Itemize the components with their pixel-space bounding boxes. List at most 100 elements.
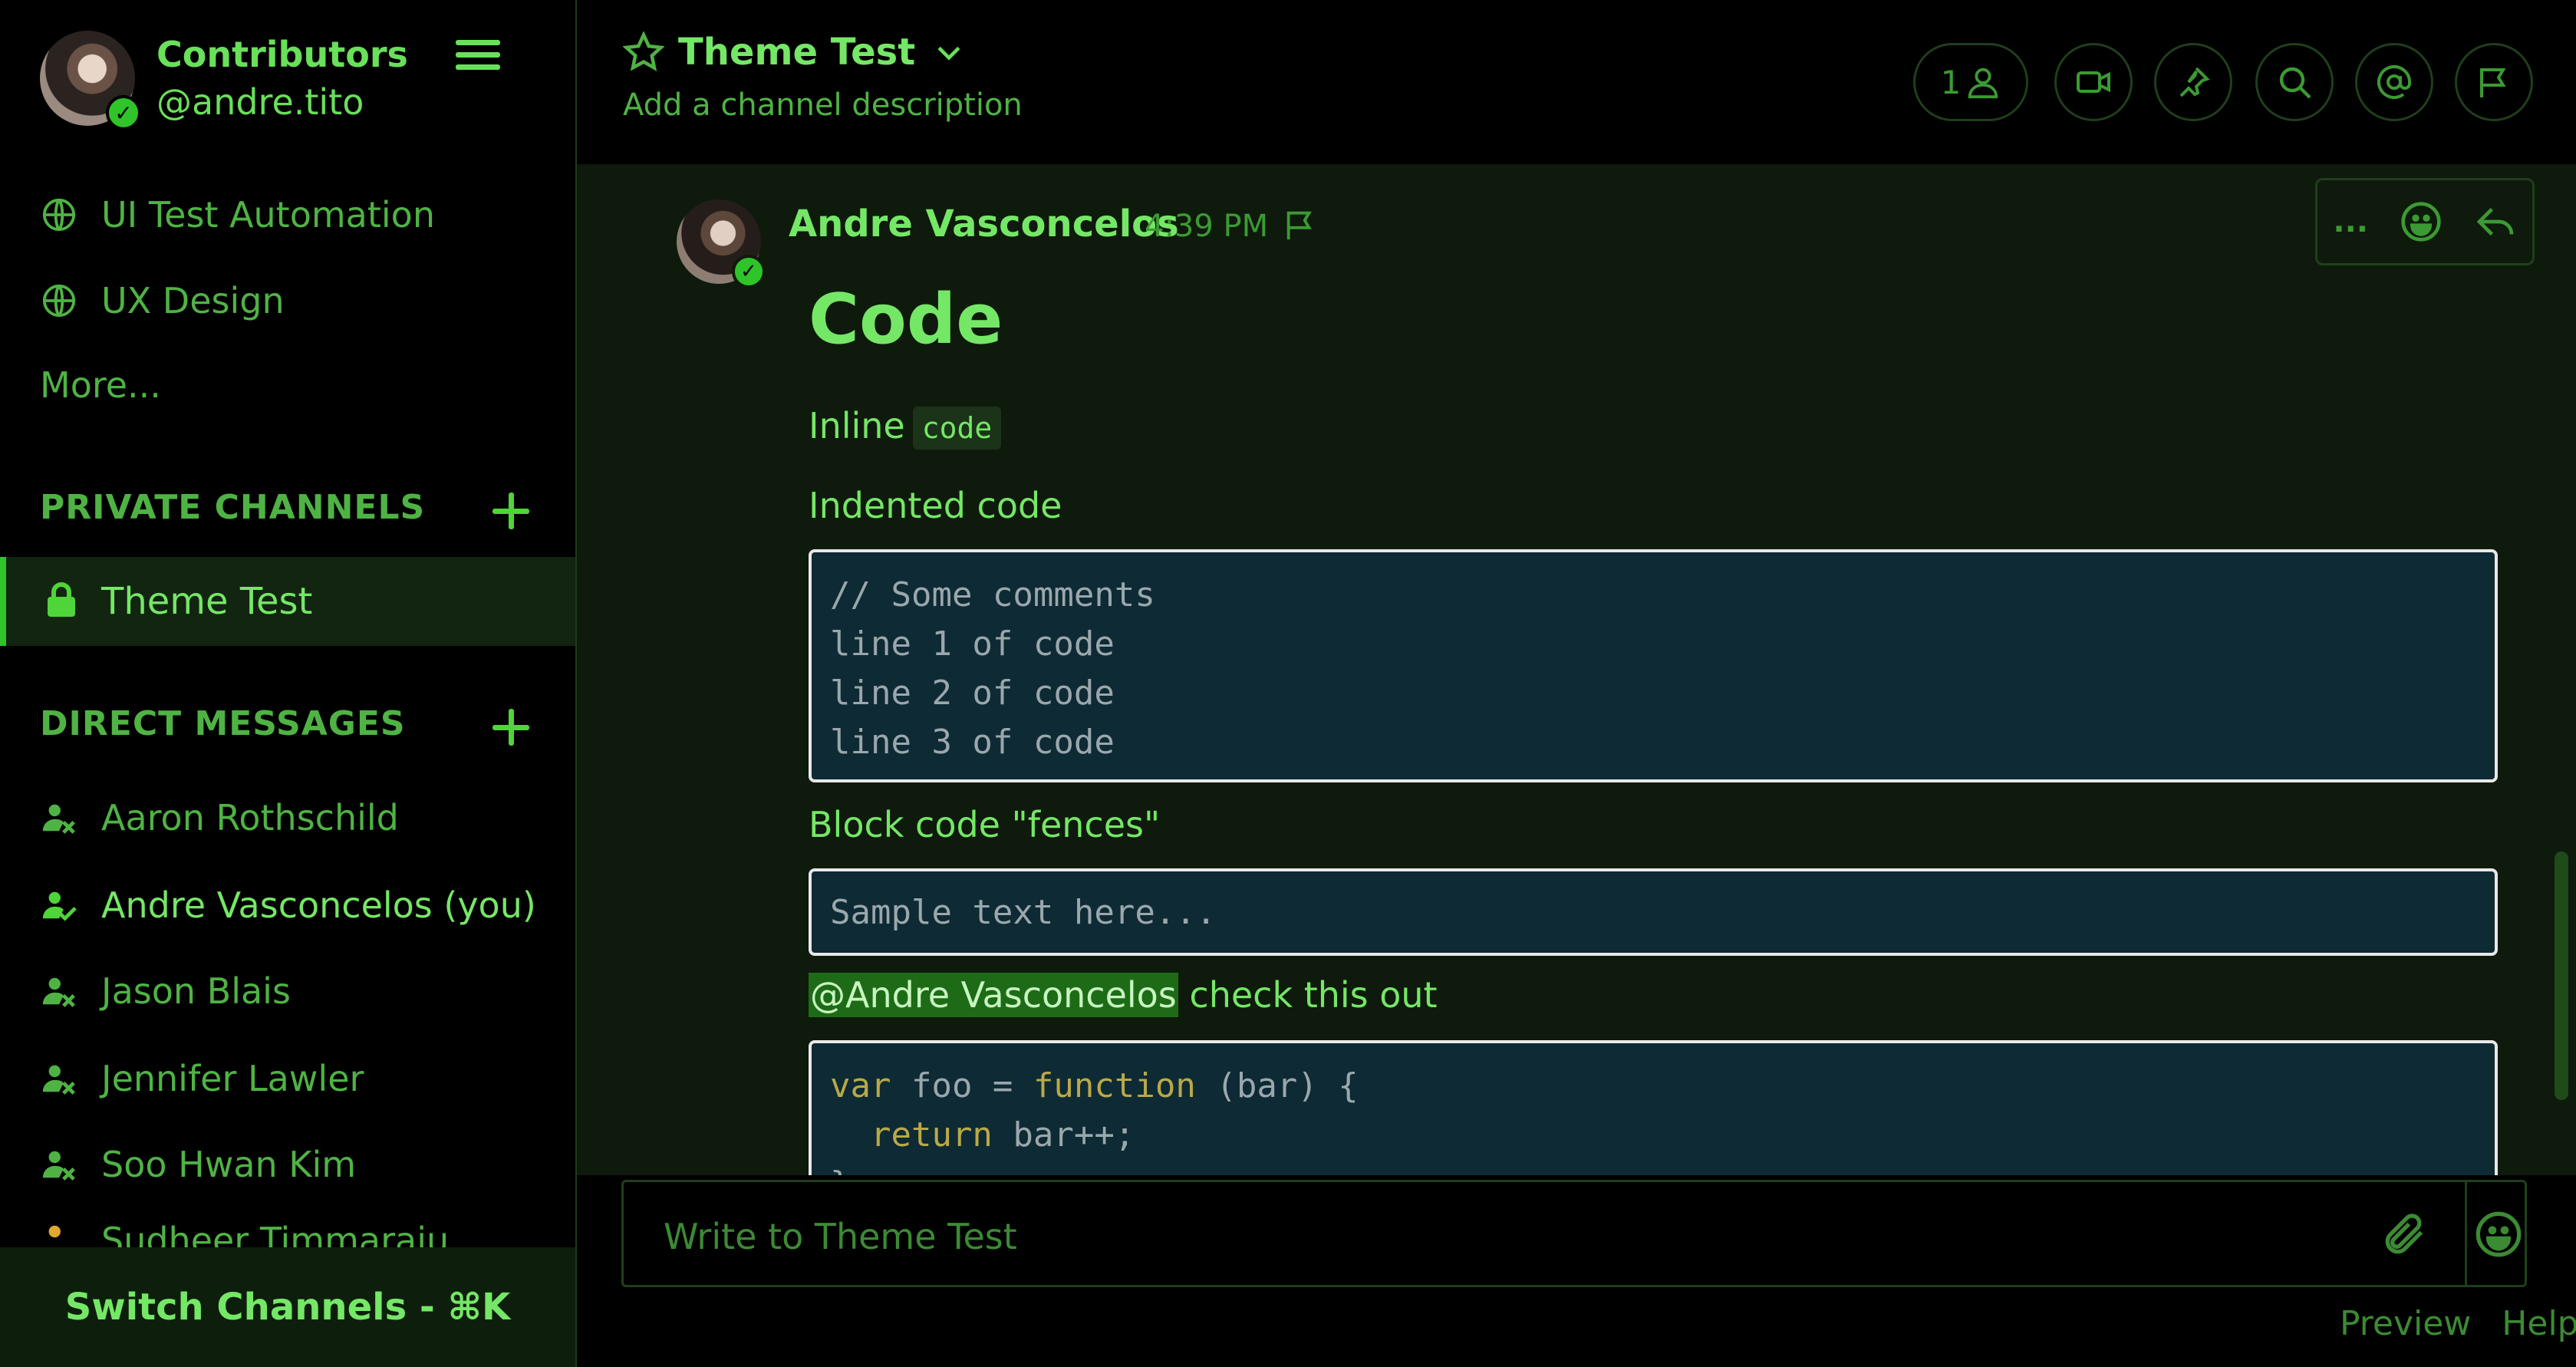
user-icon <box>1965 64 2001 100</box>
at-sign-icon <box>2376 64 2413 100</box>
mention-text: check this out <box>1178 974 1438 1016</box>
code-line: // Some comments <box>830 575 1155 614</box>
code-text: (bar) { <box>1195 1066 1359 1105</box>
main-panel: Theme Test Add a channel description 1 ✓… <box>577 0 2576 1367</box>
code-line: return bar++; <box>830 1111 2476 1160</box>
code-text: bar++; <box>992 1115 1135 1155</box>
offline-user-icon <box>40 1145 78 1184</box>
add-direct-message-icon[interactable] <box>491 707 531 747</box>
switch-channels-button[interactable]: Switch Channels - ⌘K <box>0 1247 575 1367</box>
offline-user-icon <box>40 799 78 837</box>
sidebar-item-andre-vasconcelos[interactable]: Andre Vasconcelos (you) <box>40 875 536 936</box>
sidebar-item-label: UX Design <box>101 280 285 321</box>
private-channels-heading: PRIVATE CHANNELS <box>40 488 426 527</box>
team-username: @andre.tito <box>156 81 364 123</box>
sidebar-item-label: Andre Vasconcelos (you) <box>101 884 536 926</box>
offline-user-icon <box>40 972 78 1010</box>
video-icon <box>2075 64 2112 100</box>
channel-title[interactable]: Theme Test <box>623 31 966 74</box>
message-composer[interactable]: Write to Theme Test <box>621 1180 2527 1287</box>
video-call-button[interactable] <box>2054 43 2133 121</box>
online-status-icon: ✓ <box>106 95 141 130</box>
mention-paragraph: @Andre Vasconcelos check this out <box>809 973 1438 1017</box>
sidebar-item-label: Aaron Rothschild <box>101 797 399 838</box>
away-user-icon <box>40 1220 78 1247</box>
sidebar-item-sudheer-timmaraju[interactable]: Sudheer Timmaraju <box>40 1220 449 1247</box>
sidebar-item-label: UI Test Automation <box>101 194 435 236</box>
paperclip-icon[interactable] <box>2380 1210 2429 1262</box>
sidebar-item-label: Jason Blais <box>101 970 291 1012</box>
post-author[interactable]: Andre Vasconcelos <box>789 203 1179 245</box>
flag-icon <box>2476 64 2512 100</box>
user-mention[interactable]: @Andre Vasconcelos <box>809 973 1178 1017</box>
code-line: line 1 of code <box>830 624 1115 664</box>
search-icon <box>2276 64 2313 100</box>
preview-link[interactable]: Preview <box>2340 1304 2471 1343</box>
sidebar-item-ui-test-automation[interactable]: UI Test Automation <box>40 184 435 245</box>
emoji-reaction-icon[interactable] <box>2400 200 2443 243</box>
channel-header: Theme Test Add a channel description 1 <box>577 0 2576 166</box>
message-list[interactable]: ✓ Andre Vasconcelos 4:39 PM ... Code Inl… <box>577 164 2576 1175</box>
channel-name: Theme Test <box>678 31 916 74</box>
channel-description[interactable]: Add a channel description <box>623 87 1023 123</box>
sidebar-item-jason-blais[interactable]: Jason Blais <box>40 960 291 1022</box>
chevron-down-icon[interactable] <box>932 35 966 69</box>
more-actions-button[interactable]: ... <box>2333 204 2368 239</box>
scrollbar[interactable] <box>2555 851 2568 1100</box>
direct-messages-heading: DIRECT MESSAGES <box>40 704 406 743</box>
sidebar-item-label: Jennifer Lawler <box>101 1058 364 1099</box>
sidebar-item-soo-hwan-kim[interactable]: Soo Hwan Kim <box>40 1134 356 1195</box>
add-private-channel-icon[interactable] <box>491 491 531 531</box>
flagged-posts-button[interactable] <box>2455 43 2533 121</box>
reply-icon[interactable] <box>2474 200 2517 243</box>
member-count: 1 <box>1940 63 1962 101</box>
online-status-icon: ✓ <box>732 255 766 288</box>
code-keyword: var <box>830 1066 891 1105</box>
sidebar-item-jennifer-lawler[interactable]: Jennifer Lawler <box>40 1048 364 1109</box>
sidebar-item-aaron-rothschild[interactable]: Aaron Rothschild <box>40 787 399 848</box>
code-line: line 3 of code <box>830 723 1115 762</box>
inline-code-paragraph: Inline code <box>809 405 1002 450</box>
inline-label: Inline <box>809 405 905 446</box>
emoji-picker-icon[interactable] <box>2474 1210 2523 1262</box>
flag-icon[interactable] <box>1283 207 1318 245</box>
post-actions: ... <box>2315 178 2535 265</box>
composer-footer: Preview Help <box>2309 1304 2576 1343</box>
code-line: var foo = function (bar) { <box>830 1062 2476 1111</box>
pin-icon <box>2175 64 2212 100</box>
markdown-heading: Code <box>809 279 1003 360</box>
indented-code-label: Indented code <box>809 485 1062 526</box>
menu-icon[interactable] <box>456 40 500 71</box>
sidebar-item-label: Soo Hwan Kim <box>101 1144 357 1185</box>
offline-user-icon <box>40 1059 78 1098</box>
favorite-star-icon[interactable] <box>623 31 664 73</box>
composer-divider <box>2465 1182 2467 1285</box>
sidebar-item-label: Theme Test <box>101 580 313 623</box>
code-keyword: function <box>1033 1066 1196 1105</box>
sidebar-item-theme-test[interactable]: Theme Test <box>0 557 575 646</box>
code-line: line 2 of code <box>830 674 1115 713</box>
pinned-posts-button[interactable] <box>2154 43 2232 121</box>
sidebar-item-label: Sudheer Timmaraju <box>101 1220 450 1247</box>
more-channels-link[interactable]: More... <box>40 354 161 416</box>
fenced-code-block: Sample text here... <box>809 868 2498 956</box>
inline-code: code <box>912 407 1002 450</box>
post-time[interactable]: 4:39 PM <box>1145 209 1268 244</box>
help-link[interactable]: Help <box>2502 1304 2576 1343</box>
code-line: Sample text here... <box>830 893 1217 932</box>
code-line: } <box>830 1160 2476 1175</box>
message-input[interactable]: Write to Theme Test <box>664 1216 1017 1257</box>
online-user-icon <box>40 886 78 924</box>
sidebar: ✓ Contributors @andre.tito UI Test Autom… <box>0 0 577 1367</box>
globe-icon <box>40 196 78 234</box>
team-name: Contributors <box>156 34 408 75</box>
search-button[interactable] <box>2255 43 2334 121</box>
member-list-button[interactable]: 1 <box>1913 43 2028 121</box>
code-text: foo = <box>891 1066 1033 1105</box>
indented-code-block: // Some comments line 1 of code line 2 of … <box>809 549 2498 782</box>
sidebar-item-ux-design[interactable]: UX Design <box>40 270 285 331</box>
recent-mentions-button[interactable] <box>2355 43 2433 121</box>
javascript-code-block: var foo = function (bar) { return bar++;… <box>809 1040 2498 1175</box>
code-keyword: return <box>870 1115 993 1155</box>
